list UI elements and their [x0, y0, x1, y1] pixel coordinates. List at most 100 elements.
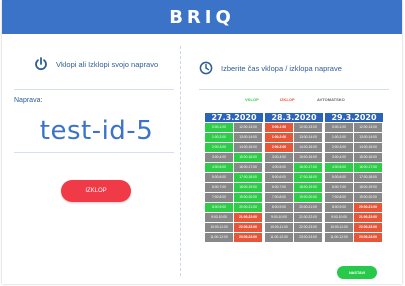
time-slot[interactable]: 22:00-23:00 [354, 223, 382, 232]
time-slot[interactable]: 1:00-2:00 [325, 133, 353, 142]
time-slot[interactable]: 11:00-12:00 [205, 233, 233, 242]
time-slot[interactable]: 2:00-3:00 [265, 143, 293, 152]
time-slot[interactable]: 22:00-23:00 [234, 223, 262, 232]
time-slot[interactable]: 16:00-17:00 [354, 163, 382, 172]
schedule-title: Izberite čas vklopa / izklopa naprave [221, 63, 342, 73]
time-slot[interactable]: 17:00-18:00 [354, 173, 382, 182]
day-header: 27.3.2020 [205, 113, 263, 122]
day-header: 28.3.2020 [265, 113, 323, 122]
app-window: BRIQ Vklopi ali Izklopi svojo napravo Na… [2, 0, 402, 284]
left-divider [14, 89, 174, 90]
time-slot[interactable]: 18:00-19:00 [234, 183, 262, 192]
time-slot[interactable]: 6:00-7:00 [265, 183, 293, 192]
time-slot[interactable]: 6:00-7:00 [325, 183, 353, 192]
time-slot[interactable]: 19:00-20:00 [234, 193, 262, 202]
set-schedule-button[interactable]: NASTAVI [337, 266, 377, 279]
day-column: 28.3.2020 0:00-1:00 12:00-13:00 1:00-2:00 13… [265, 113, 323, 243]
day-header: 29.3.2020 [325, 113, 383, 122]
time-slot[interactable]: 22:00-23:00 [294, 223, 322, 232]
time-slot[interactable]: 15:00-16:00 [354, 153, 382, 162]
time-slot[interactable]: 8:00-9:00 [325, 203, 353, 212]
legend-on: VKLOP [245, 97, 259, 102]
time-slot[interactable]: 15:00-16:00 [294, 153, 322, 162]
time-slot[interactable]: 11:00-12:00 [265, 233, 293, 242]
time-slot[interactable]: 2:00-3:00 [325, 143, 353, 152]
device-divider [14, 152, 174, 153]
time-slot[interactable]: 21:00-22:00 [294, 213, 322, 222]
time-slot[interactable]: 3:00-4:00 [205, 153, 233, 162]
time-slot[interactable]: 6:00-7:00 [205, 183, 233, 192]
time-slot[interactable]: 7:00-8:00 [325, 193, 353, 202]
time-slot[interactable]: 12:00-13:00 [294, 123, 322, 132]
time-slot[interactable]: 20:00-21:00 [294, 203, 322, 212]
day-column: 29.3.2020 0:00-1:00 12:00-13:00 1:00-2:00 13… [325, 113, 383, 243]
time-slot[interactable]: 0:00-1:00 [265, 123, 293, 132]
device-label: Naprava: [14, 97, 43, 104]
time-slot[interactable]: 14:00-15:00 [234, 143, 262, 152]
time-slot[interactable]: 18:00-19:00 [294, 183, 322, 192]
time-slot[interactable]: 1:00-2:00 [205, 133, 233, 142]
schedule-heading: Izberite čas vklopa / izklopa naprave [199, 61, 342, 75]
time-slot[interactable]: 5:00-6:00 [205, 173, 233, 182]
time-slot[interactable]: 23:00-24:00 [354, 233, 382, 242]
time-slot[interactable]: 10:00-11:00 [205, 223, 233, 232]
time-slot[interactable]: 19:00-20:00 [354, 193, 382, 202]
time-slot[interactable]: 4:00-5:00 [265, 163, 293, 172]
time-slot[interactable]: 8:00-9:00 [205, 203, 233, 212]
day-column: 27.3.2020 0:00-1:00 12:00-13:00 1:00-2:00 13… [205, 113, 263, 243]
time-slot[interactable]: 10:00-11:00 [325, 223, 353, 232]
clock-icon [199, 61, 213, 75]
time-slot[interactable]: 12:00-13:00 [354, 123, 382, 132]
right-divider [199, 89, 389, 90]
time-slot[interactable]: 0:00-1:00 [205, 123, 233, 132]
legend-auto: AVTOMATSKO [317, 97, 345, 102]
time-slot[interactable]: 20:00-21:00 [234, 203, 262, 212]
time-slot[interactable]: 19:00-20:00 [294, 193, 322, 202]
power-off-button[interactable]: IZKLOP [61, 180, 131, 202]
time-slot[interactable]: 1:00-2:00 [265, 133, 293, 142]
time-slot[interactable]: 9:00-10:00 [325, 213, 353, 222]
time-slot[interactable]: 3:00-4:00 [325, 153, 353, 162]
time-slot[interactable]: 18:00-19:00 [354, 183, 382, 192]
power-icon [34, 57, 48, 71]
time-slot[interactable]: 7:00-8:00 [265, 193, 293, 202]
time-slot[interactable]: 9:00-10:00 [265, 213, 293, 222]
time-slot[interactable]: 13:00-14:00 [354, 133, 382, 142]
power-control-heading: Vklopi ali Izklopi svojo napravo [34, 57, 158, 71]
time-slot[interactable]: 16:00-17:00 [234, 163, 262, 172]
time-slot[interactable]: 23:00-24:00 [294, 233, 322, 242]
power-control-title: Vklopi ali Izklopi svojo napravo [56, 59, 159, 69]
time-slot[interactable]: 15:00-16:00 [234, 153, 262, 162]
time-slot[interactable]: 13:00-14:00 [294, 133, 322, 142]
time-slot[interactable]: 17:00-18:00 [234, 173, 262, 182]
time-slot-list: 0:00-1:00 12:00-13:00 1:00-2:00 13:00-14:00… [325, 123, 383, 243]
time-slot[interactable]: 9:00-10:00 [205, 213, 233, 222]
time-slot[interactable]: 10:00-11:00 [265, 223, 293, 232]
time-slot-list: 0:00-1:00 12:00-13:00 1:00-2:00 13:00-14:00… [205, 123, 263, 243]
time-slot[interactable]: 21:00-22:00 [234, 213, 262, 222]
time-slot[interactable]: 23:00-24:00 [234, 233, 262, 242]
top-bar: BRIQ [2, 0, 402, 34]
time-slot[interactable]: 3:00-4:00 [265, 153, 293, 162]
time-slot[interactable]: 5:00-6:00 [325, 173, 353, 182]
time-slot[interactable]: 8:00-9:00 [265, 203, 293, 212]
time-slot[interactable]: 17:00-18:00 [294, 173, 322, 182]
time-slot[interactable]: 13:00-14:00 [234, 133, 262, 142]
legend-off: IZKLOP [280, 97, 295, 102]
time-slot[interactable]: 14:00-15:00 [354, 143, 382, 152]
time-slot-list: 0:00-1:00 12:00-13:00 1:00-2:00 13:00-14:00… [265, 123, 323, 243]
time-slot[interactable]: 4:00-5:00 [205, 163, 233, 172]
time-slot[interactable]: 11:00-12:00 [325, 233, 353, 242]
time-slot[interactable]: 21:00-22:00 [354, 213, 382, 222]
time-slot[interactable]: 16:00-17:00 [294, 163, 322, 172]
time-slot[interactable]: 0:00-1:00 [325, 123, 353, 132]
time-slot[interactable]: 2:00-3:00 [205, 143, 233, 152]
time-slot[interactable]: 20:00-21:00 [354, 203, 382, 212]
time-slot[interactable]: 7:00-8:00 [205, 193, 233, 202]
time-slot[interactable]: 5:00-6:00 [265, 173, 293, 182]
time-slot[interactable]: 14:00-15:00 [294, 143, 322, 152]
brand-logo: BRIQ [169, 6, 235, 28]
device-id: test-id-5 [39, 116, 154, 146]
time-slot[interactable]: 12:00-13:00 [234, 123, 262, 132]
time-slot[interactable]: 4:00-5:00 [325, 163, 353, 172]
